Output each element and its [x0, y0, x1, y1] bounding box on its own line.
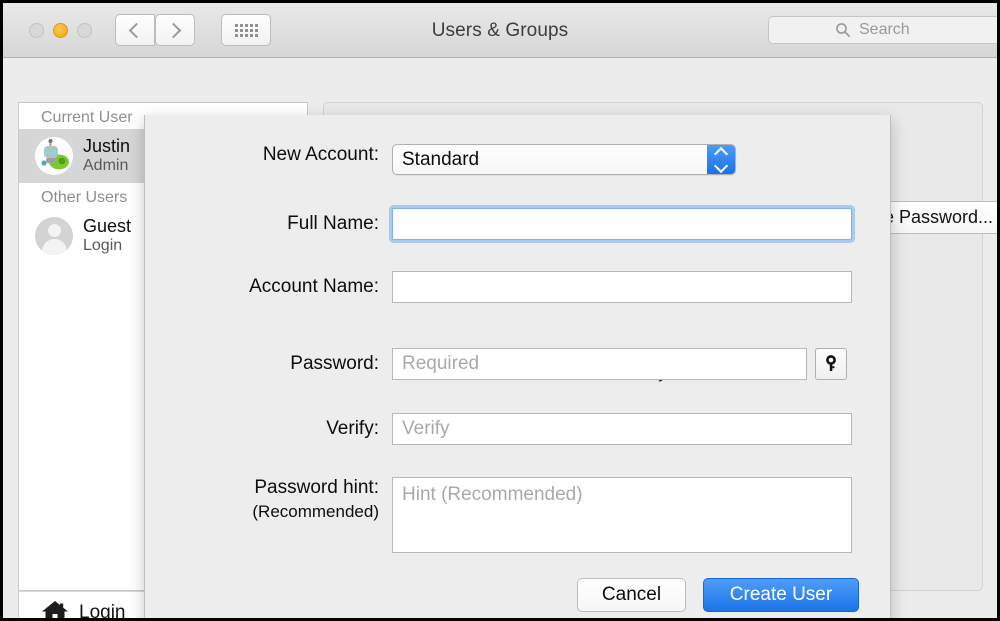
screenshot-root: Users & Groups Search Current User Justi… — [0, 0, 1000, 621]
user-meta: Justin Admin — [83, 136, 130, 175]
account-name-input[interactable] — [392, 271, 852, 303]
user-name: Guest — [83, 215, 132, 236]
password-hint-row: Password hint: (Recommended) Hint (Recom… — [145, 477, 852, 553]
password-placeholder: Required — [402, 353, 480, 374]
robot-avatar — [35, 136, 73, 175]
account-name-row: Account Name: — [145, 271, 852, 303]
system-preferences-window: Users & Groups Search Current User Justi… — [3, 3, 997, 618]
chevron-updown-icon[interactable] — [707, 145, 735, 174]
new-account-value: Standard — [402, 148, 480, 170]
search-placeholder: Search — [859, 21, 910, 38]
window-titlebar: Users & Groups Search — [3, 3, 997, 58]
user-name: Justin — [83, 135, 131, 156]
full-name-input[interactable] — [392, 208, 852, 240]
search-input[interactable]: Search — [768, 16, 997, 44]
full-name-row: Full Name: — [145, 208, 852, 240]
window-content: Current User Justin Admin Other Users Gu… — [3, 58, 997, 618]
verify-placeholder: Verify — [402, 418, 450, 439]
password-row: Password: Required — [145, 348, 847, 380]
password-hint-sublabel: (Recommended) — [252, 502, 379, 521]
cancel-button[interactable]: Cancel — [577, 578, 686, 612]
person-avatar — [35, 216, 73, 255]
create-user-button[interactable]: Create User — [703, 578, 859, 612]
new-account-row: New Account: Standard — [145, 144, 736, 175]
password-hint-label: Password hint: — [254, 477, 379, 498]
key-icon — [826, 355, 836, 371]
password-label: Password: — [290, 353, 379, 374]
search-icon — [836, 23, 851, 38]
user-meta: Guest Login — [83, 216, 131, 255]
password-hint-input[interactable]: Hint (Recommended) — [392, 477, 852, 553]
password-assistant-button[interactable] — [815, 348, 847, 380]
account-name-label: Account Name: — [249, 276, 379, 297]
full-name-label: Full Name: — [287, 213, 379, 234]
verify-label: Verify: — [326, 418, 379, 439]
verify-input[interactable]: Verify — [392, 413, 852, 445]
new-account-select[interactable]: Standard — [392, 144, 736, 175]
user-role: Admin — [83, 156, 129, 174]
user-role: Login — [83, 236, 123, 254]
login-items-label: Login — [79, 602, 126, 621]
new-account-sheet: New Account: Standard Full Name: Account — [144, 115, 891, 618]
password-input[interactable]: Required — [392, 348, 807, 380]
verify-row: Verify: Verify — [145, 413, 852, 445]
new-account-label: New Account: — [262, 144, 379, 165]
home-icon — [42, 601, 68, 618]
password-hint-placeholder: Hint (Recommended) — [402, 484, 583, 505]
